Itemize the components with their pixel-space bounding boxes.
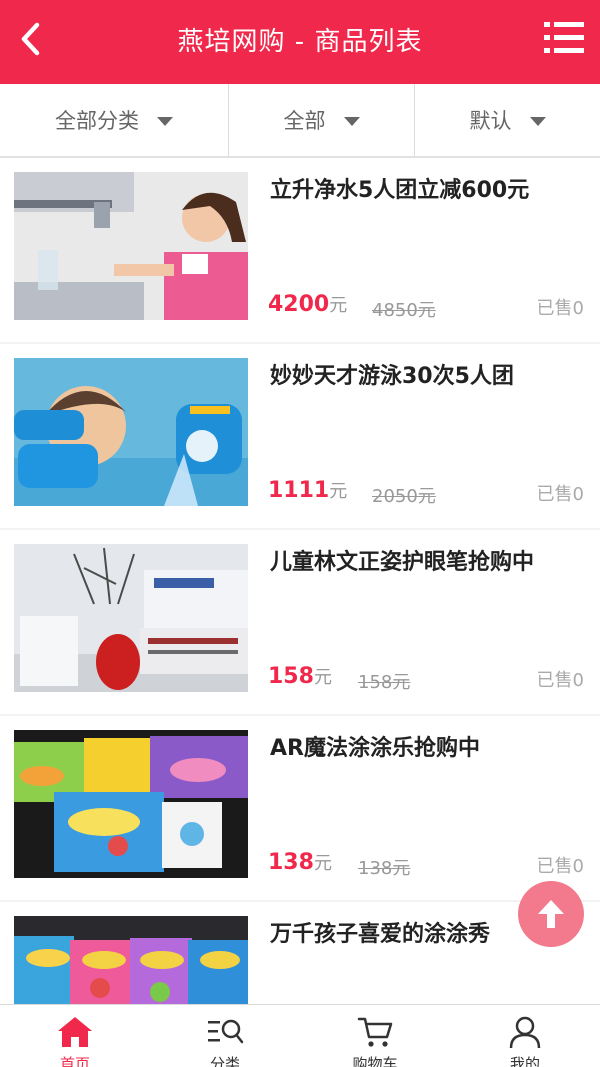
product-price: 138元 bbox=[268, 849, 332, 875]
product-price-unit: 元 bbox=[329, 295, 348, 316]
product-original-price: 138元 bbox=[358, 858, 411, 879]
product-price-unit: 元 bbox=[329, 481, 348, 502]
tab-cart[interactable]: 购物车 bbox=[300, 1005, 450, 1067]
product-name: 儿童林文正姿护眼笔抢购中 bbox=[270, 550, 535, 575]
product-list: 立升净水5人团立减600元 4200元 4850元 已售0 妙妙天才游泳30次5… bbox=[0, 158, 600, 1004]
filter-sort-dropdown[interactable]: 默认 bbox=[415, 84, 600, 156]
filter-category-dropdown[interactable]: 全部分类 bbox=[0, 84, 229, 156]
product-image bbox=[14, 544, 248, 692]
product-name: AR魔法涂涂乐抢购中 bbox=[270, 736, 480, 761]
filter-category-label: 全部分类 bbox=[55, 109, 139, 133]
tab-category[interactable]: 分类 bbox=[150, 1005, 300, 1067]
product-item[interactable]: 妙妙天才游泳30次5人团 1111元 2050元 已售0 bbox=[0, 344, 600, 528]
page-title: 燕培网购 - 商品列表 bbox=[177, 27, 423, 57]
product-price: 4200元 bbox=[268, 291, 347, 317]
back-button[interactable] bbox=[8, 14, 52, 64]
filter-scope-dropdown[interactable]: 全部 bbox=[229, 84, 415, 156]
filter-sort-label: 默认 bbox=[469, 109, 512, 133]
product-price-value: 1111 bbox=[268, 478, 330, 503]
product-price-unit: 元 bbox=[313, 667, 332, 688]
product-sold-count: 已售0 bbox=[536, 484, 584, 505]
tab-category-label: 分类 bbox=[209, 1055, 240, 1067]
product-price-unit: 元 bbox=[313, 853, 332, 874]
product-original-price: 158元 bbox=[358, 672, 411, 693]
product-original-price: 2050元 bbox=[372, 486, 436, 507]
product-price: 158元 bbox=[268, 663, 332, 689]
caret-down-icon bbox=[157, 116, 173, 126]
product-image bbox=[14, 730, 248, 878]
product-sold-count: 已售0 bbox=[536, 298, 584, 319]
product-item[interactable]: 万千孩子喜爱的涂涂秀 bbox=[0, 902, 600, 1004]
bottom-tab-bar: 首页 分类 购物车 我的 bbox=[0, 1004, 600, 1067]
chevron-left-icon bbox=[21, 22, 40, 56]
home-icon bbox=[58, 1017, 92, 1047]
product-item[interactable]: 儿童林文正姿护眼笔抢购中 158元 158元 已售0 bbox=[0, 530, 600, 714]
product-image bbox=[14, 358, 248, 506]
product-item[interactable]: 立升净水5人团立减600元 4200元 4850元 已售0 bbox=[0, 158, 600, 342]
product-price-value: 158 bbox=[268, 664, 314, 689]
tab-mine-label: 我的 bbox=[509, 1055, 540, 1067]
back-to-top-button[interactable] bbox=[518, 881, 584, 947]
product-item[interactable]: AR魔法涂涂乐抢购中 138元 138元 已售0 bbox=[0, 716, 600, 900]
product-sold-count: 已售0 bbox=[536, 856, 584, 877]
list-menu-icon bbox=[544, 22, 584, 53]
product-price-value: 4200 bbox=[268, 292, 330, 317]
caret-down-icon bbox=[343, 116, 360, 126]
product-name: 立升净水5人团立减600元 bbox=[270, 178, 530, 203]
tab-mine[interactable]: 我的 bbox=[450, 1005, 600, 1067]
menu-button[interactable] bbox=[542, 18, 586, 58]
cart-icon bbox=[357, 1017, 393, 1047]
caret-down-icon bbox=[529, 116, 546, 126]
app-header: 燕培网购 - 商品列表 bbox=[0, 0, 600, 84]
product-image bbox=[14, 916, 248, 1004]
category-search-icon bbox=[208, 1019, 244, 1044]
user-icon bbox=[509, 1016, 541, 1049]
arrow-up-icon bbox=[538, 900, 564, 928]
tab-cart-label: 购物车 bbox=[352, 1055, 398, 1067]
product-price-value: 138 bbox=[268, 850, 314, 875]
product-price: 1111元 bbox=[268, 477, 347, 503]
product-original-price: 4850元 bbox=[372, 300, 436, 321]
filter-scope-label: 全部 bbox=[283, 109, 326, 133]
product-sold-count: 已售0 bbox=[536, 670, 584, 691]
tab-home-label: 首页 bbox=[59, 1055, 90, 1067]
product-name: 妙妙天才游泳30次5人团 bbox=[270, 364, 514, 389]
filter-bar: 全部分类 全部 默认 bbox=[0, 84, 600, 158]
product-image bbox=[14, 172, 248, 320]
tab-home[interactable]: 首页 bbox=[0, 1005, 150, 1067]
product-name: 万千孩子喜爱的涂涂秀 bbox=[270, 922, 491, 947]
